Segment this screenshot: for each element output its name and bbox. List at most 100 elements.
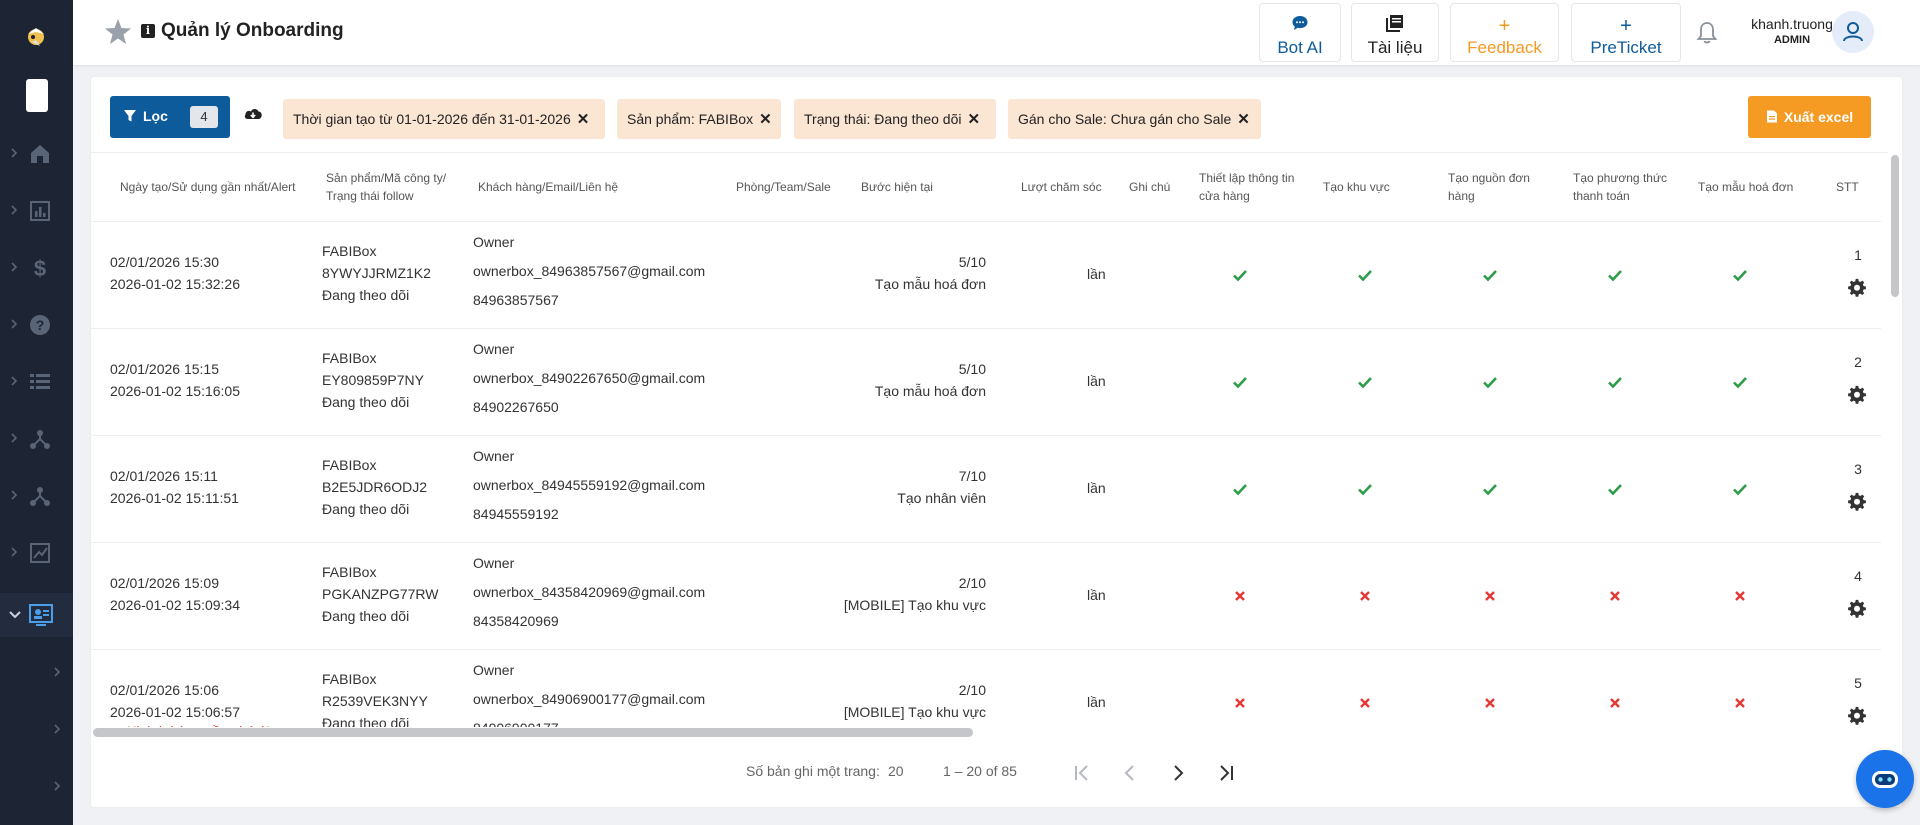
company-code[interactable]: R2539VEK3NYY [322, 690, 428, 712]
sidebar-item-onboarding[interactable] [0, 593, 73, 637]
col-header-customer[interactable]: Khách hàng/Email/Liên hệ [478, 153, 678, 221]
filter-chip-status[interactable]: Trạng thái: Đang theo dõi ✕ [794, 99, 996, 139]
avatar[interactable] [1832, 11, 1874, 53]
step-cell: 7/10 Tạo nhân viên [831, 465, 986, 509]
documents-button[interactable]: Tài liệu [1351, 3, 1439, 62]
app-logo-icon[interactable] [22, 22, 50, 52]
step-cell: 5/10 Tạo mẫu hoá đơn [831, 251, 986, 295]
last-page-icon[interactable] [1214, 762, 1238, 784]
customer-phone[interactable]: 84358420969 [473, 607, 705, 636]
customer-email[interactable]: ownerbox_84963857567@gmail.com [473, 257, 705, 286]
user-role: ADMIN [1773, 34, 1811, 46]
prev-page-icon[interactable] [1118, 762, 1142, 784]
product-cell: FABIBox R2539VEK3NYY Đang theo dõi [322, 668, 428, 727]
question-icon: ? [30, 315, 50, 335]
table-row[interactable]: 02/01/2026 15:30 2026-01-02 15:32:26 FABIB… [91, 221, 1881, 328]
filter-button[interactable]: Lọc 4 [110, 96, 230, 138]
step-cell: 2/10 [MOBILE] Tạo khu vực [831, 572, 986, 616]
sidebar-search-box[interactable] [26, 79, 48, 112]
onboarding-card: Lọc 4 Thời gian tạo từ 01-01-2026 đến 31… [91, 77, 1902, 807]
page-size-select[interactable]: 20 [888, 763, 904, 779]
remove-chip-icon[interactable]: ✕ [967, 100, 980, 140]
bot-ai-button[interactable]: Bot AI [1259, 3, 1341, 62]
table-row[interactable]: 02/01/2026 15:06 2026-01-02 15:06:57 !Khác… [91, 649, 1881, 727]
check-icon [1233, 270, 1247, 282]
customer-email[interactable]: ownerbox_84906900177@gmail.com [473, 685, 705, 714]
col-header-product[interactable]: Sản phẩm/Mã công ty/ Trạng thái follow [326, 153, 466, 221]
favorite-star-icon[interactable] [103, 17, 133, 47]
customer-email[interactable]: ownerbox_84945559192@gmail.com [473, 471, 705, 500]
table-row[interactable]: 02/01/2026 15:11 2026-01-02 15:11:51 FABIB… [91, 435, 1881, 542]
settings-gear-icon[interactable] [1848, 706, 1868, 726]
chevron-right-icon[interactable] [52, 779, 62, 793]
top-header: i Quản lý Onboarding Bot AI Tài liệu + F… [73, 0, 1920, 65]
sidebar-item-analytics[interactable] [0, 532, 73, 572]
remove-chip-icon[interactable]: ✕ [759, 100, 772, 140]
chevron-down-icon [9, 611, 21, 619]
settings-gear-icon[interactable] [1848, 599, 1868, 619]
customer-phone[interactable]: 84963857567 [473, 286, 705, 315]
sidebar-item-billing[interactable]: $ [0, 247, 73, 287]
remove-chip-icon[interactable]: ✕ [577, 100, 590, 140]
col-header-invoice[interactable]: Tạo mẫu hoá đơn [1698, 153, 1798, 221]
company-code[interactable]: 8YWYJJRMZ1K2 [322, 262, 431, 284]
feedback-button[interactable]: + Feedback [1450, 3, 1559, 62]
settings-gear-icon[interactable] [1848, 492, 1868, 512]
export-excel-button[interactable]: Xuất excel [1748, 96, 1871, 138]
onboarding-table: Ngày tạo/Sử dụng gần nhất/Alert Sản phẩm… [91, 152, 1888, 727]
sidebar-item-help[interactable]: ? [0, 304, 73, 344]
chevron-right-icon[interactable] [52, 722, 62, 736]
customer-email[interactable]: ownerbox_84902267650@gmail.com [473, 364, 705, 393]
sidebar-item-network[interactable] [0, 418, 73, 458]
filter-chip-created-time[interactable]: Thời gian tạo từ 01-01-2026 đến 31-01-20… [283, 99, 605, 139]
company-code[interactable]: B2E5JDR6ODJ2 [322, 476, 427, 498]
horizontal-scrollbar[interactable] [93, 728, 973, 737]
customer-phone[interactable]: 84945559192 [473, 500, 705, 529]
company-code[interactable]: PGKANZPG77RW [322, 583, 438, 605]
chevron-right-icon[interactable] [52, 665, 62, 679]
stt-number: 5 [1854, 675, 1862, 691]
col-header-note[interactable]: Ghi chú [1129, 153, 1179, 221]
chatbot-button[interactable] [1856, 750, 1914, 808]
check-icon [1358, 270, 1372, 282]
info-icon[interactable]: i [141, 24, 155, 38]
customer-phone[interactable]: 84902267650 [473, 393, 705, 422]
customer-email[interactable]: ownerbox_84358420969@gmail.com [473, 578, 705, 607]
product-cell: FABIBox EY809859P7NY Đang theo dõi [322, 347, 424, 413]
col-header-store-setup[interactable]: Thiết lập thông tin cửa hàng [1199, 153, 1299, 221]
col-header-care[interactable]: Lượt chăm sóc [1021, 153, 1111, 221]
check-icon [1608, 377, 1622, 389]
settings-gear-icon[interactable] [1848, 278, 1868, 298]
col-header-payment[interactable]: Tạo phương thức thanh toán [1573, 153, 1673, 221]
sidebar-item-list[interactable] [0, 361, 73, 401]
notification-bell-icon[interactable] [1695, 20, 1719, 46]
preticket-button[interactable]: + PreTicket [1571, 3, 1681, 62]
col-header-created[interactable]: Ngày tạo/Sử dụng gần nhất/Alert [120, 153, 310, 221]
sidebar-item-reports[interactable] [0, 190, 73, 230]
settings-gear-icon[interactable] [1848, 385, 1868, 405]
vertical-scrollbar[interactable] [1891, 155, 1899, 297]
col-header-area[interactable]: Tạo khu vực [1323, 153, 1423, 221]
filter-count-badge: 4 [190, 106, 218, 128]
col-header-stt[interactable]: STT [1836, 153, 1876, 221]
filter-chip-sale[interactable]: Gán cho Sale: Chưa gán cho Sale ✕ [1008, 99, 1261, 139]
col-header-step[interactable]: Bước hiện tại [861, 153, 961, 221]
col-header-team[interactable]: Phòng/Team/Sale [736, 153, 846, 221]
first-page-icon[interactable] [1070, 762, 1094, 784]
check-icon [1358, 484, 1372, 496]
check-icon [1483, 484, 1497, 496]
chevron-right-icon [11, 433, 18, 443]
sidebar-item-home[interactable] [0, 133, 73, 173]
table-row[interactable]: 02/01/2026 15:09 2026-01-02 15:09:34 FABIB… [91, 542, 1881, 649]
col-header-order-source[interactable]: Tạo nguồn đơn hàng [1448, 153, 1548, 221]
customer-phone[interactable]: 84906900177 [473, 714, 705, 727]
company-code[interactable]: EY809859P7NY [322, 369, 424, 391]
cloud-download-icon[interactable] [243, 105, 263, 123]
sidebar-item-network-2[interactable] [0, 475, 73, 515]
remove-chip-icon[interactable]: ✕ [1237, 100, 1250, 140]
user-info[interactable]: khanh.truong ADMIN [1737, 16, 1847, 46]
table-row[interactable]: 02/01/2026 15:15 2026-01-02 15:16:05 FABIB… [91, 328, 1881, 435]
filter-chip-product[interactable]: Sản phẩm: FABIBox ✕ [617, 99, 781, 139]
step-progress: 2/10 [958, 682, 986, 698]
next-page-icon[interactable] [1166, 762, 1190, 784]
